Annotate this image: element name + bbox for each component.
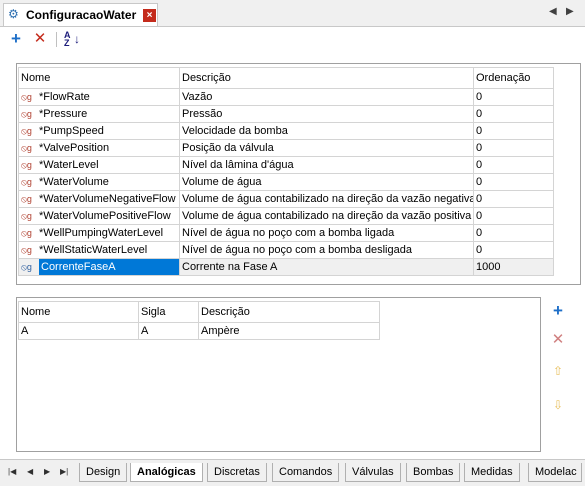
scroll-left-icon[interactable]: ◀ (549, 6, 557, 17)
row-ordenacao[interactable]: 0 (473, 139, 554, 157)
table-row[interactable]: ⦸g *WellPumpingWaterLevel Nível de água n… (18, 224, 554, 242)
row-nome: *WellStaticWaterLevel (39, 244, 148, 256)
tab-medidas[interactable]: Medidas (464, 463, 520, 482)
row-nome: *WaterLevel (39, 159, 99, 171)
sheet-tab-bar: |◀ ◀ ▶ ▶| Design Analógicas Discretas Co… (0, 459, 585, 486)
row-nome: *PumpSpeed (39, 125, 104, 137)
analog-tag-icon: ⦸g (21, 91, 32, 102)
row-ordenacao[interactable]: 0 (473, 88, 554, 106)
header-nome[interactable]: Nome (18, 67, 180, 89)
table-row-selected[interactable]: ⦸g CorrenteFaseA Corrente na Fase A 1000 (18, 258, 554, 276)
add-unit-button[interactable]: + (548, 301, 568, 321)
header-nome[interactable]: Nome (18, 301, 139, 323)
tab-design[interactable]: Design (79, 463, 128, 482)
row-descricao[interactable]: Volume de água contabilizado na direção … (179, 190, 474, 208)
remove-button[interactable]: ✕ (30, 30, 50, 48)
analog-tag-icon: ⦸g (21, 176, 32, 187)
analog-tag-icon: ⦸g (21, 159, 32, 170)
row-nome: *WaterVolume (39, 176, 109, 188)
row-descricao[interactable]: Volume de água contabilizado na direção … (179, 207, 474, 225)
analog-tag-icon: ⦸g (21, 261, 32, 272)
next-tab-icon[interactable]: ▶ (44, 467, 50, 476)
header-ordenacao[interactable]: Ordenação (473, 67, 554, 89)
tab-discretas[interactable]: Discretas (207, 463, 267, 482)
remove-unit-button[interactable]: ✕ (548, 330, 568, 350)
first-tab-icon[interactable]: |◀ (8, 467, 16, 476)
row-ordenacao[interactable]: 0 (473, 105, 554, 123)
analog-tag-icon: ⦸g (21, 108, 32, 119)
row-nome: *WellPumpingWaterLevel (39, 227, 164, 239)
tab-valvulas[interactable]: Válvulas (345, 463, 401, 482)
header-sigla[interactable]: Sigla (138, 301, 199, 323)
table-row[interactable]: ⦸g *WaterVolume Volume de água 0 (18, 173, 554, 191)
table-row[interactable]: ⦸g *FlowRate Vazão 0 (18, 88, 554, 106)
analog-tag-icon: ⦸g (21, 244, 32, 255)
units-grid: Nome Sigla Descrição A A Ampère (18, 301, 380, 340)
sort-z-letter: Z (64, 38, 70, 48)
units-grid-panel: Nome Sigla Descrição A A Ampère (16, 297, 541, 452)
tab-comandos[interactable]: Comandos (272, 463, 340, 482)
analog-grid-panel: Nome Descrição Ordenação ⦸g *FlowRate Vaz… (16, 63, 581, 285)
table-row[interactable]: ⦸g *WellStaticWaterLevel Nível de água no… (18, 241, 554, 259)
analog-tag-icon: ⦸g (21, 142, 32, 153)
tab-modelac[interactable]: Modelac (528, 463, 582, 482)
row-ordenacao[interactable]: 0 (473, 173, 554, 191)
last-tab-icon[interactable]: ▶| (60, 467, 68, 476)
close-icon[interactable]: × (143, 9, 156, 22)
table-row[interactable]: ⦸g *WaterLevel Nível da lâmina d'água 0 (18, 156, 554, 174)
table-row[interactable]: A A Ampère (18, 322, 380, 340)
document-tab[interactable]: ⚙ ConfiguracaoWater × (3, 3, 158, 26)
row-descricao[interactable]: Posição da válvula (179, 139, 474, 157)
tab-analogicas[interactable]: Analógicas (130, 463, 203, 482)
header-descricao[interactable]: Descrição (198, 301, 380, 323)
row-nome: *WaterVolumePositiveFlow (39, 210, 171, 222)
row-descricao[interactable]: Nível de água no poço com a bomba ligada (179, 224, 474, 242)
tab-bombas[interactable]: Bombas (406, 463, 461, 482)
row-ordenacao[interactable]: 0 (473, 190, 554, 208)
prev-tab-icon[interactable]: ◀ (27, 467, 33, 476)
row-ordenacao[interactable]: 0 (473, 224, 554, 242)
row-nome: *ValvePosition (39, 142, 110, 154)
row-descricao[interactable]: Corrente na Fase A (179, 258, 474, 276)
unit-nome[interactable]: A (18, 322, 139, 340)
row-descricao[interactable]: Vazão (179, 88, 474, 106)
scroll-right-icon[interactable]: ▶ (566, 6, 574, 17)
unit-descricao[interactable]: Ampère (198, 322, 380, 340)
move-up-button[interactable]: ⇧ (548, 361, 568, 381)
row-nome-selected[interactable]: CorrenteFaseA (39, 259, 179, 275)
document-tab-bar: ⚙ ConfiguracaoWater × ◀ ▶ (0, 0, 585, 26)
analog-tag-icon: ⦸g (21, 193, 32, 204)
water-config-icon: ⚙ (8, 7, 19, 21)
analog-tag-icon: ⦸g (21, 227, 32, 238)
row-ordenacao[interactable]: 1000 (473, 258, 554, 276)
table-row[interactable]: ⦸g *WaterVolumePositiveFlow Volume de águ… (18, 207, 554, 225)
table-row[interactable]: ⦸g *ValvePosition Posição da válvula 0 (18, 139, 554, 157)
row-nome: *FlowRate (39, 91, 90, 103)
table-row[interactable]: ⦸g *Pressure Pressão 0 (18, 105, 554, 123)
analog-grid: Nome Descrição Ordenação ⦸g *FlowRate Vaz… (18, 67, 554, 276)
analog-tag-icon: ⦸g (21, 125, 32, 136)
row-nome: *Pressure (39, 108, 88, 120)
move-down-button[interactable]: ⇩ (548, 395, 568, 415)
add-button[interactable]: + (6, 30, 26, 48)
sort-az-button[interactable]: A Z (64, 31, 71, 48)
table-row[interactable]: ⦸g *WaterVolumeNegativeFlow Volume de águ… (18, 190, 554, 208)
header-descricao[interactable]: Descrição (179, 67, 474, 89)
row-ordenacao[interactable]: 0 (473, 122, 554, 140)
row-descricao[interactable]: Nível da lâmina d'água (179, 156, 474, 174)
row-ordenacao[interactable]: 0 (473, 156, 554, 174)
row-descricao[interactable]: Volume de água (179, 173, 474, 191)
row-descricao[interactable]: Nível de água no poço com a bomba deslig… (179, 241, 474, 259)
row-ordenacao[interactable]: 0 (473, 207, 554, 225)
row-descricao[interactable]: Pressão (179, 105, 474, 123)
table-row[interactable]: ⦸g *PumpSpeed Velocidade da bomba 0 (18, 122, 554, 140)
document-tab-title: ConfiguracaoWater (26, 8, 137, 22)
row-ordenacao[interactable]: 0 (473, 241, 554, 259)
row-nome: *WaterVolumeNegativeFlow (39, 193, 176, 205)
row-descricao[interactable]: Velocidade da bomba (179, 122, 474, 140)
sort-arrow-icon: ↓ (74, 32, 80, 46)
analog-tag-icon: ⦸g (21, 210, 32, 221)
unit-sigla[interactable]: A (138, 322, 199, 340)
toolbar-separator (56, 32, 57, 47)
